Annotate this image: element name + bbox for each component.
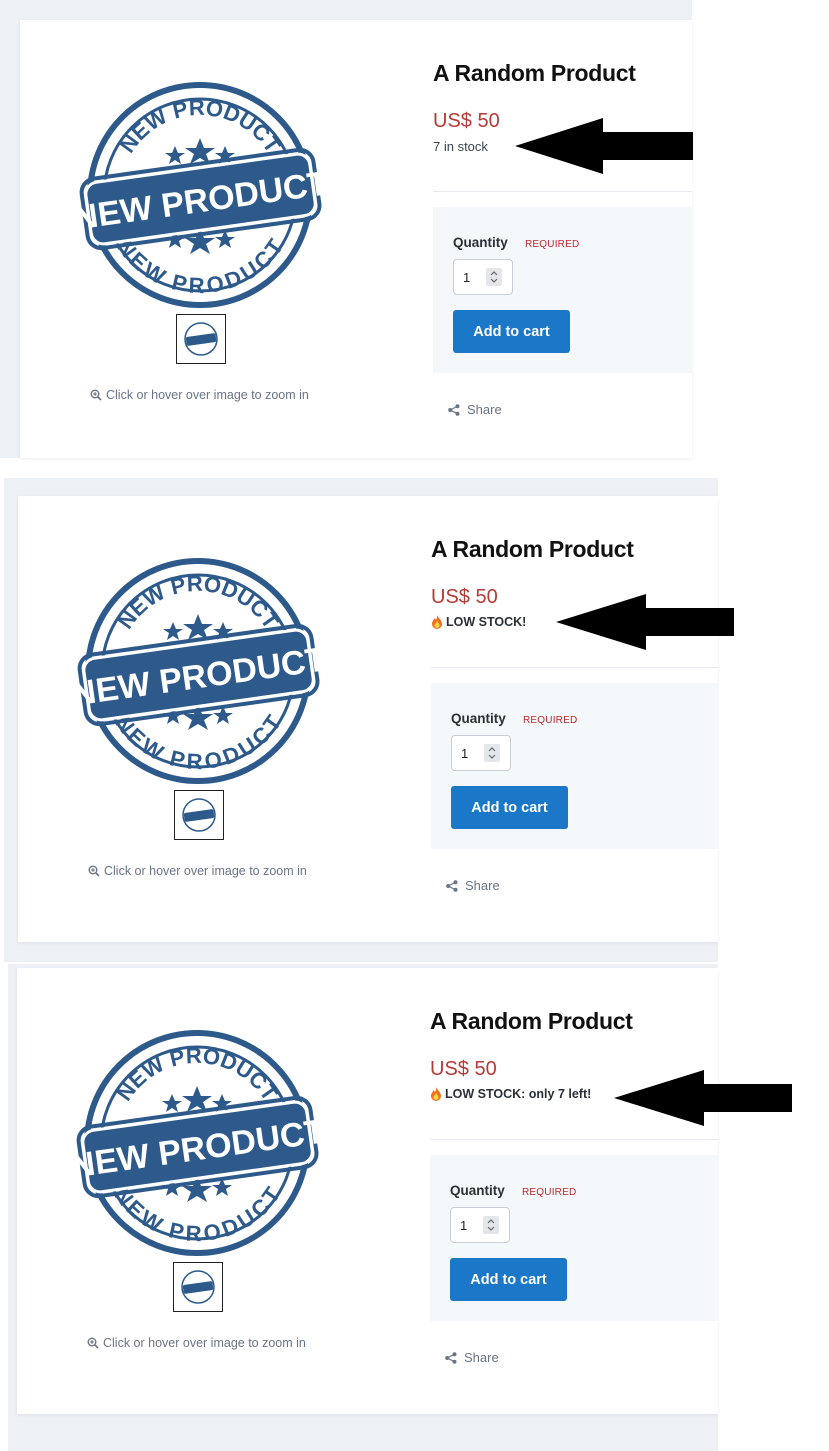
product-image[interactable]: NEW PRODUCT NEW PRODUCT NEW PRODUCT [65, 60, 335, 330]
add-to-cart-button[interactable]: Add to cart [451, 786, 568, 829]
divider [433, 191, 692, 192]
share-button[interactable]: Share [445, 1350, 499, 1365]
product-card-2: NEW PRODUCT NEW PRODUCT NEW PRODUCT Clic… [18, 496, 718, 942]
share-button[interactable]: Share [448, 402, 502, 417]
new-product-stamp-graphic: NEW PRODUCT NEW PRODUCT NEW PRODUCT [68, 1030, 328, 1256]
required-label: REQUIRED [523, 715, 578, 726]
stock-status: 7 in stock [433, 139, 488, 154]
product-title: A Random Product [433, 60, 636, 86]
zoom-hint: Click or hover over image to zoom in [88, 864, 307, 878]
product-image[interactable]: NEW PRODUCT NEW PRODUCT NEW PRODUCT [63, 536, 333, 806]
share-icon [448, 403, 460, 416]
product-title: A Random Product [430, 1008, 633, 1034]
quantity-label: Quantity [453, 235, 508, 250]
thumbnail-stamp-graphic [184, 322, 218, 356]
flame-icon [431, 1087, 441, 1101]
flame-icon [432, 615, 442, 629]
zoom-hint: Click or hover over image to zoom in [87, 1336, 306, 1350]
new-product-stamp-graphic: NEW PRODUCT NEW PRODUCT NEW PRODUCT [71, 82, 331, 308]
stock-status: LOW STOCK! [431, 615, 526, 629]
quantity-value: 1 [461, 746, 469, 761]
stock-status-text: 7 in stock [433, 139, 488, 154]
arrow-left-icon [614, 1070, 792, 1126]
share-label: Share [465, 878, 500, 893]
product-price: US$ 50 [430, 1058, 497, 1080]
thumbnail-stamp-graphic [181, 1270, 215, 1304]
share-icon [445, 1351, 457, 1364]
product-card-3: NEW PRODUCT NEW PRODUCT NEW PRODUCT Clic… [17, 968, 718, 1414]
quantity-value: 1 [463, 270, 471, 285]
zoom-hint-text: Click or hover over image to zoom in [104, 864, 307, 878]
add-to-cart-button[interactable]: Add to cart [450, 1258, 567, 1301]
spinner-arrows-icon [490, 271, 498, 283]
product-thumbnail[interactable] [174, 790, 224, 840]
share-icon [446, 879, 458, 892]
add-to-cart-form: Quantity REQUIRED 1 Add to cart [430, 1155, 718, 1321]
product-card-1: NEW PRODUCT NEW PRODUCT NEW PRODUCT Clic… [20, 20, 692, 458]
share-label: Share [464, 1350, 499, 1365]
quantity-stepper[interactable]: 1 [450, 1207, 510, 1243]
stock-status-text: LOW STOCK: only 7 left! [445, 1087, 592, 1101]
zoom-hint: Click or hover over image to zoom in [90, 388, 309, 402]
add-to-cart-form: Quantity REQUIRED 1 Add to cart [433, 207, 692, 373]
quantity-value: 1 [460, 1218, 468, 1233]
arrow-left-icon [515, 118, 693, 174]
zoom-hint-text: Click or hover over image to zoom in [103, 1336, 306, 1350]
product-thumbnail[interactable] [173, 1262, 223, 1312]
share-label: Share [467, 402, 502, 417]
zoom-in-icon [87, 1337, 99, 1349]
quantity-spinner[interactable] [486, 268, 502, 286]
stock-status: LOW STOCK: only 7 left! [430, 1087, 591, 1101]
share-button[interactable]: Share [446, 878, 500, 893]
divider [431, 667, 718, 668]
product-price: US$ 50 [433, 110, 500, 132]
product-price: US$ 50 [431, 586, 498, 608]
product-image[interactable]: NEW PRODUCT NEW PRODUCT NEW PRODUCT [62, 1008, 332, 1278]
zoom-hint-text: Click or hover over image to zoom in [106, 388, 309, 402]
thumbnail-stamp-graphic [182, 798, 216, 832]
quantity-spinner[interactable] [484, 744, 500, 762]
quantity-spinner[interactable] [483, 1216, 499, 1234]
add-to-cart-form: Quantity REQUIRED 1 Add to cart [431, 683, 718, 849]
required-label: REQUIRED [525, 239, 580, 250]
required-label: REQUIRED [522, 1187, 577, 1198]
divider [430, 1139, 718, 1140]
add-to-cart-button[interactable]: Add to cart [453, 310, 570, 353]
spinner-arrows-icon [487, 1219, 495, 1231]
spinner-arrows-icon [488, 747, 496, 759]
arrow-left-icon [556, 594, 734, 650]
quantity-label: Quantity [451, 711, 506, 726]
product-title: A Random Product [431, 536, 634, 562]
stock-status-text: LOW STOCK! [446, 615, 527, 629]
new-product-stamp-graphic: NEW PRODUCT NEW PRODUCT NEW PRODUCT [69, 558, 329, 784]
zoom-in-icon [88, 865, 100, 877]
product-thumbnail[interactable] [176, 314, 226, 364]
quantity-stepper[interactable]: 1 [451, 735, 511, 771]
zoom-in-icon [90, 389, 102, 401]
quantity-label: Quantity [450, 1183, 505, 1198]
quantity-stepper[interactable]: 1 [453, 259, 513, 295]
